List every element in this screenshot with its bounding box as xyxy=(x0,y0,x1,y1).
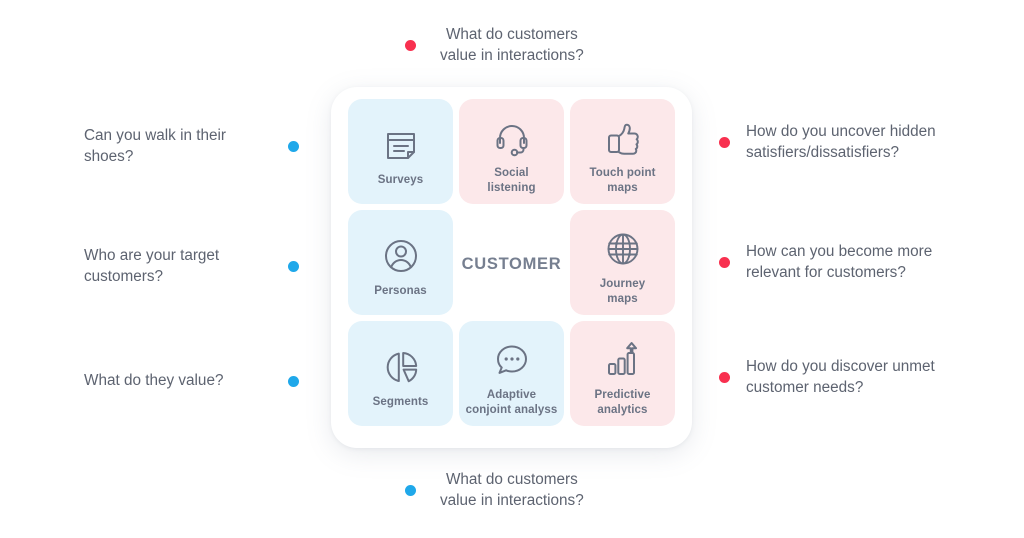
callout-left-3-text: What do they value? xyxy=(84,372,224,389)
callout-dot-blue xyxy=(405,485,416,497)
customer-center-label: CUSTOMER xyxy=(461,255,562,273)
callout-dot-red xyxy=(719,372,730,384)
tile-segments-label: Segments xyxy=(372,396,429,409)
tile-predictive-analytics[interactable]: Predictive analytics xyxy=(570,321,675,426)
tile-surveys[interactable]: Surveys xyxy=(348,99,453,204)
tile-segments[interactable]: Segments xyxy=(348,321,453,426)
tile-predictive-analytics-label: Predictive analytics xyxy=(594,389,651,416)
callout-right-2-text: How can you become more relevant for cus… xyxy=(746,243,933,281)
callout-top: What do customers value in interactions? xyxy=(405,25,665,67)
globe-icon xyxy=(603,223,643,275)
callout-right-3-text: How do you discover unmet customer needs… xyxy=(746,358,935,396)
tile-journey-maps-label: Journey maps xyxy=(599,278,646,305)
tile-social-listening-label: Social listening xyxy=(487,167,536,194)
diagram-canvas: What do customers value in interactions?… xyxy=(0,0,1024,538)
tile-touch-point-maps-label: Touch point maps xyxy=(589,167,656,194)
callout-right-1: How do you uncover hidden satisfiers/dis… xyxy=(719,122,1009,164)
callout-right-1-text: How do you uncover hidden satisfiers/dis… xyxy=(746,123,936,161)
callout-dot-red xyxy=(405,40,416,52)
tile-social-listening[interactable]: Social listening xyxy=(459,99,564,204)
callout-bottom: What do customers value in interactions? xyxy=(405,470,665,512)
bar-chart-up-icon xyxy=(603,334,643,386)
callout-left-1: Can you walk in their shoes? xyxy=(84,126,299,168)
callout-dot-red xyxy=(719,257,730,269)
user-circle-icon xyxy=(380,230,422,282)
tile-touch-point-maps[interactable]: Touch point maps xyxy=(570,99,675,204)
callout-right-2: How can you become more relevant for cus… xyxy=(719,242,1009,284)
headset-icon xyxy=(492,112,532,164)
speech-bubble-icon xyxy=(492,334,532,386)
tile-adaptive-conjoint[interactable]: Adaptive conjoint analyss xyxy=(459,321,564,426)
tile-surveys-label: Surveys xyxy=(377,174,424,187)
document-icon xyxy=(381,119,421,171)
tile-grid: Surveys Social listening Touch point map… xyxy=(348,99,675,432)
customer-center-cell: CUSTOMER xyxy=(459,210,564,315)
callout-dot-blue xyxy=(288,375,299,387)
thumbs-up-icon xyxy=(603,112,643,164)
tile-adaptive-conjoint-label: Adaptive conjoint analyss xyxy=(465,389,558,416)
callout-left-3: What do they value? xyxy=(84,371,299,392)
callout-dot-red xyxy=(719,137,730,149)
tile-personas[interactable]: Personas xyxy=(348,210,453,315)
callout-right-3: How do you discover unmet customer needs… xyxy=(719,357,1009,399)
callout-dot-blue xyxy=(288,141,299,153)
callout-left-2-text: Who are your target customers? xyxy=(84,247,220,285)
callout-left-1-text: Can you walk in their shoes? xyxy=(84,127,226,165)
matrix-card: Surveys Social listening Touch point map… xyxy=(331,87,692,448)
tile-personas-label: Personas xyxy=(374,285,427,298)
callout-bottom-text: What do customers value in interactions? xyxy=(440,471,584,509)
pie-chart-icon xyxy=(381,341,421,393)
tile-journey-maps[interactable]: Journey maps xyxy=(570,210,675,315)
callout-top-text: What do customers value in interactions? xyxy=(440,26,584,64)
callout-left-2: Who are your target customers? xyxy=(84,246,299,288)
callout-dot-blue xyxy=(288,261,299,273)
